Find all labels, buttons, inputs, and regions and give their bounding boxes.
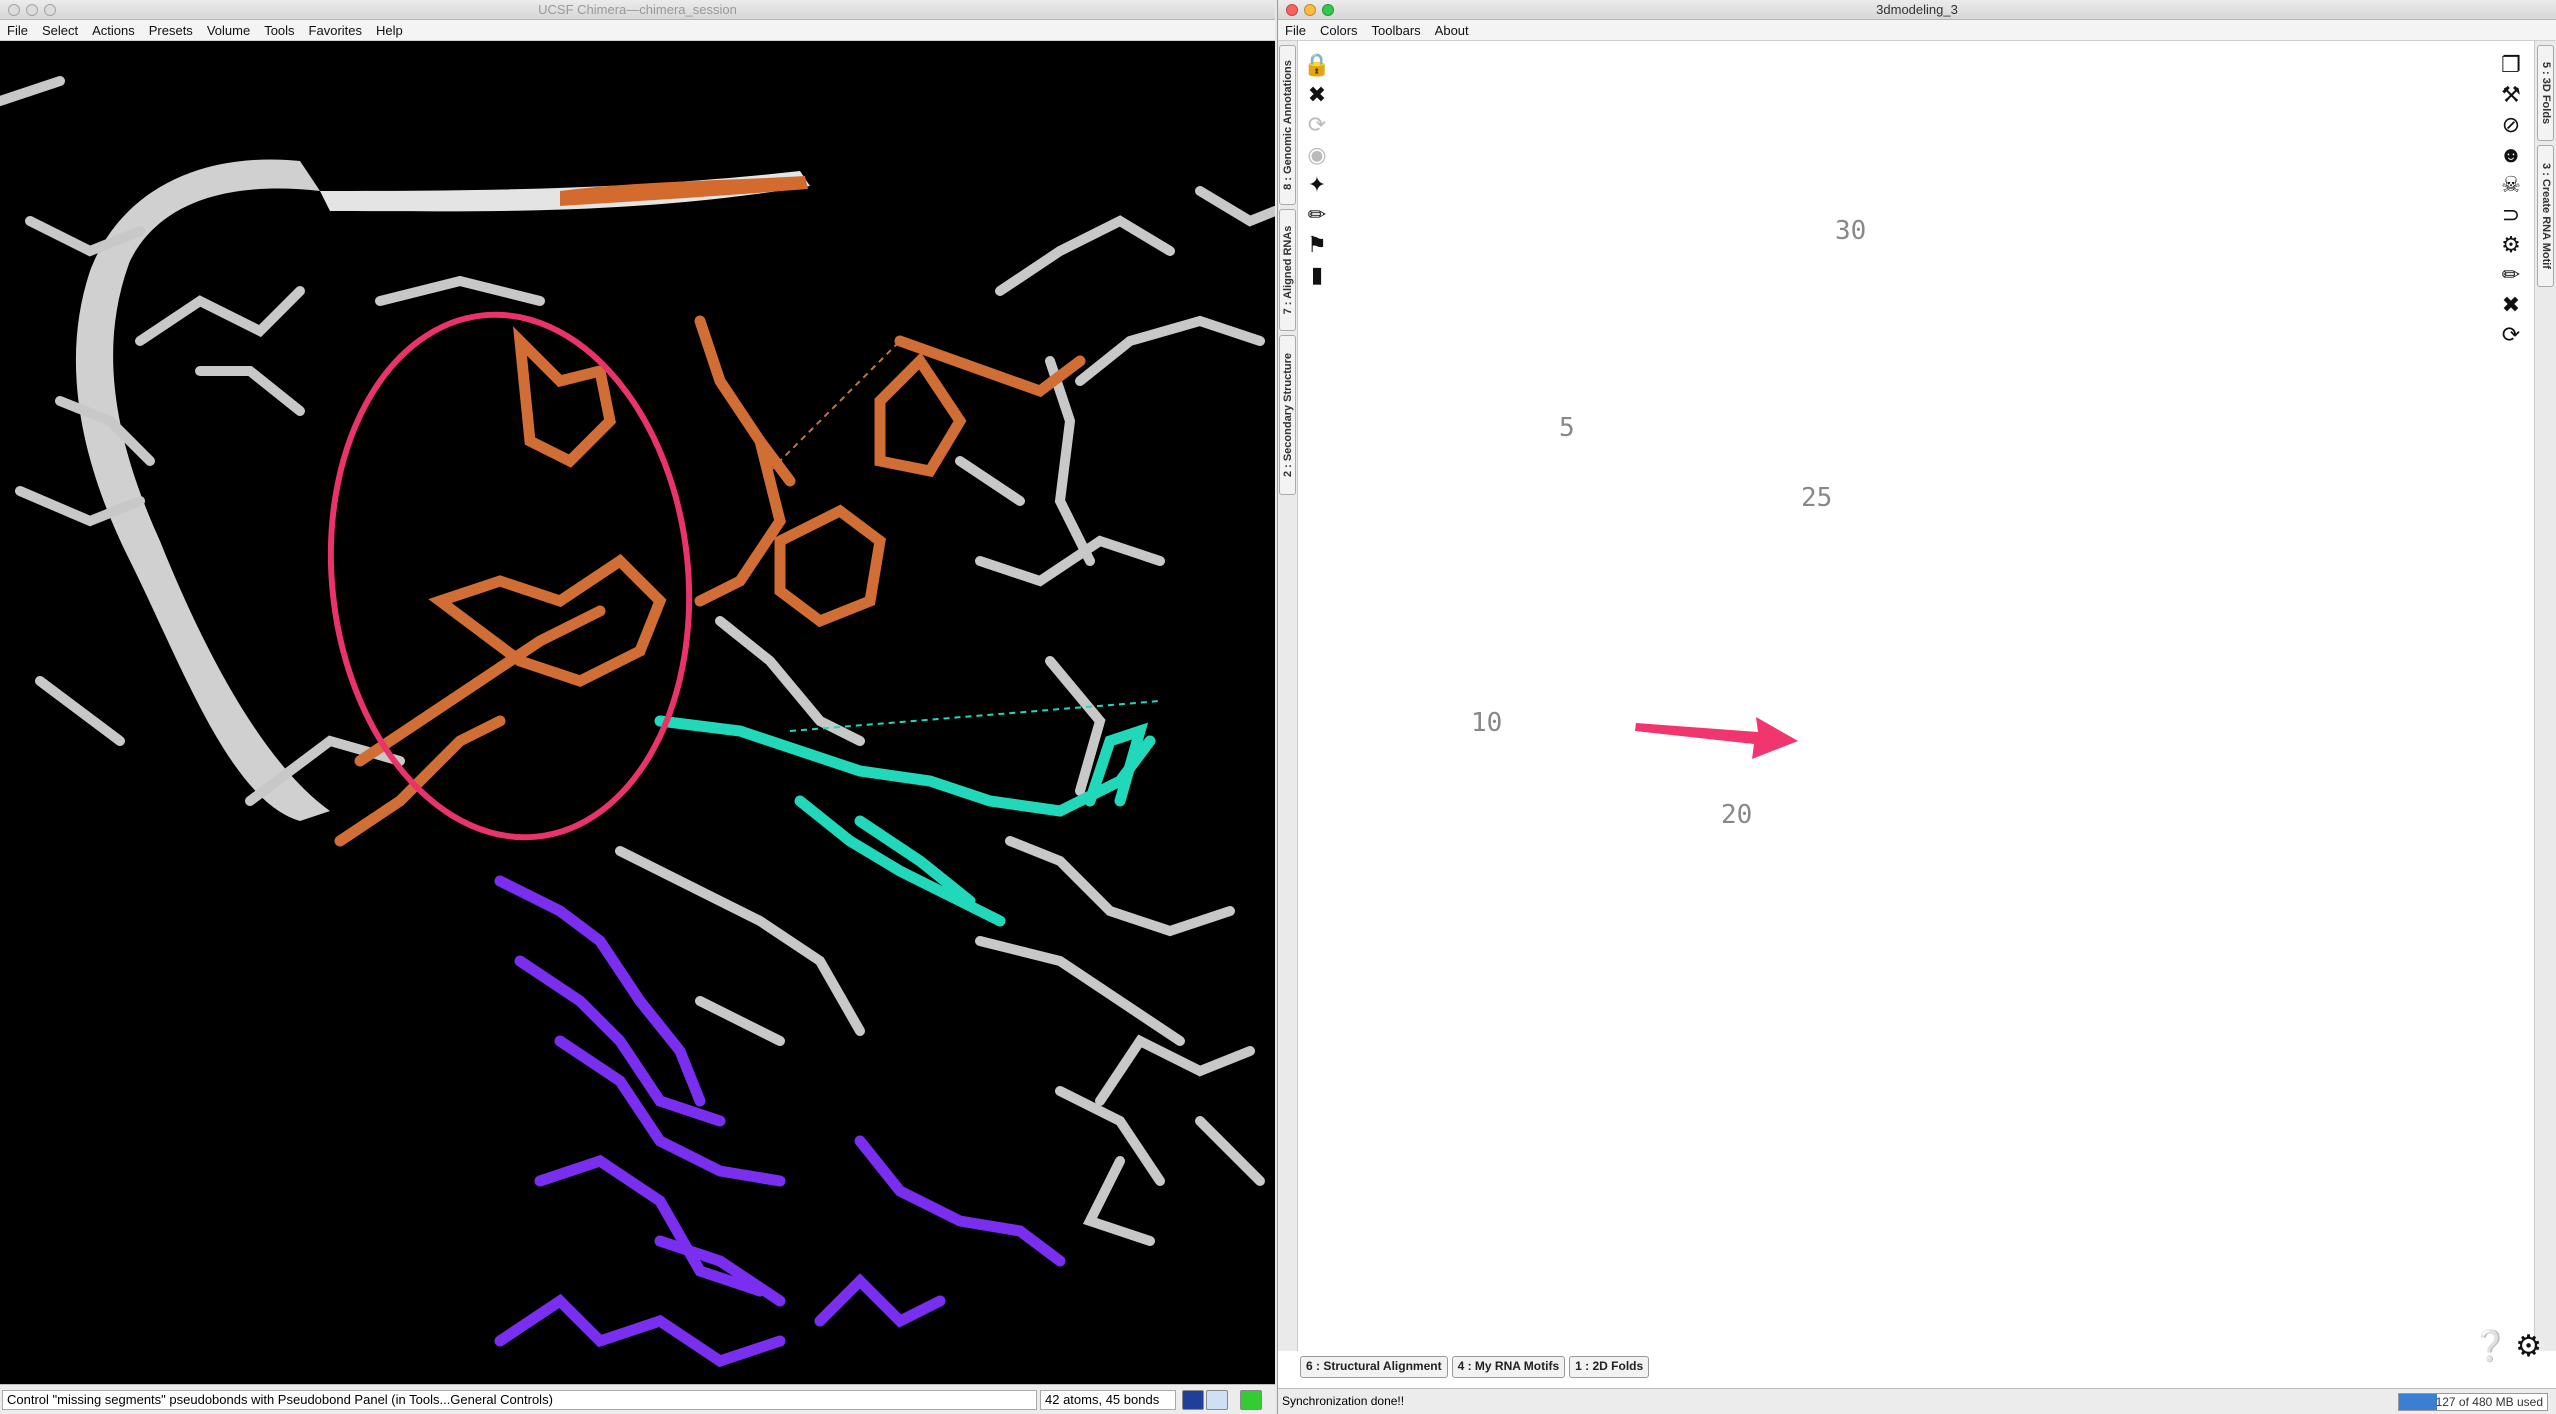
bottom-tabs: 6 : Structural Alignment 4 : My RNA Moti… [1300, 1356, 1650, 1378]
menu-file[interactable]: File [1278, 20, 1313, 40]
zoom-button[interactable] [1322, 4, 1334, 16]
refresh-icon[interactable]: ⟳ [1302, 110, 1332, 140]
chimera-titlebar: UCSF Chimera—chimera_session [0, 0, 1275, 20]
status-message: Synchronization done!! [1282, 1394, 1405, 1408]
position-label-20: 20 [1721, 800, 1752, 830]
chimera-menubar: File Select Actions Presets Volume Tools… [0, 20, 1275, 41]
right-side-tabs: 5 : 3D Folds 3 : Create RNA Motif [2534, 41, 2556, 1351]
window-controls [1286, 4, 1334, 16]
selection-inspector-button[interactable] [1182, 1390, 1204, 1410]
menu-volume[interactable]: Volume [200, 20, 257, 40]
tab-3d-folds[interactable]: 5 : 3D Folds [2537, 45, 2554, 141]
help-settings: ❔ ⚙ [2472, 1329, 2542, 1364]
status-message: Control "missing segments" pseudobonds w… [2, 1390, 1037, 1410]
left-side-tabs: 8 : Genomic Annotations 7 : Aligned RNAs… [1278, 41, 1298, 1351]
rna-backbone-ribbon [75, 159, 330, 821]
position-label-5: 5 [1559, 413, 1575, 443]
window-title: 3dmodeling_3 [1876, 2, 1958, 17]
zoom-button[interactable] [44, 4, 56, 16]
menu-favorites[interactable]: Favorites [302, 20, 369, 40]
windows-icon[interactable]: ❐ [2496, 50, 2526, 80]
molecular-3d-viewer[interactable] [0, 41, 1275, 1384]
menu-actions[interactable]: Actions [85, 20, 142, 40]
menu-select[interactable]: Select [35, 20, 85, 40]
magic-wand-icon[interactable]: ✦ [1302, 170, 1332, 200]
smiley-icon[interactable]: ☻ [2496, 140, 2526, 170]
eye-icon[interactable]: ◉ [1302, 140, 1332, 170]
pickaxe-icon[interactable]: ⚒ [2496, 80, 2526, 110]
window-title: UCSF Chimera—chimera_session [538, 2, 737, 17]
bar-chart-icon[interactable]: ▮ [1302, 260, 1332, 290]
close-button[interactable] [1286, 4, 1298, 16]
tab-aligned-rnas[interactable]: 7 : Aligned RNAs [1279, 209, 1296, 331]
highlight-ellipse [327, 311, 693, 841]
paintbrush-icon[interactable]: ✏ [2496, 260, 2526, 290]
magnet-icon[interactable]: ⊃ [2496, 200, 2526, 230]
paintbrush-icon[interactable]: ✏ [1302, 200, 1332, 230]
refresh-icon[interactable]: ⟳ [2496, 320, 2526, 350]
assemble-window: 3dmodeling_3 File Colors Toolbars About … [1277, 0, 2556, 1414]
assemble-menubar: File Colors Toolbars About [1278, 20, 2556, 41]
gears-icon[interactable]: ⚙ [2496, 230, 2526, 260]
gear-icon[interactable]: ⚙ [2515, 1329, 2542, 1364]
right-toolbar: ❐ ⚒ ⊘ ☻ ☠ ⊃ ⚙ ✏ ✖ ⟳ [2496, 50, 2530, 350]
chimera-statusbar: Control "missing segments" pseudobonds w… [0, 1384, 1275, 1414]
collapse-icon[interactable]: ✖ [1302, 80, 1332, 110]
memory-usage: 127 of 480 MB used [2398, 1393, 2548, 1411]
chimera-window: UCSF Chimera—chimera_session File Select… [0, 0, 1275, 1414]
menu-toolbars[interactable]: Toolbars [1365, 20, 1428, 40]
window-controls [8, 4, 56, 16]
lock-icon[interactable]: 🔒 [1302, 50, 1332, 80]
skull-icon[interactable]: ☠ [2496, 170, 2526, 200]
minimize-button[interactable] [26, 4, 38, 16]
pointer-arrow [1635, 717, 1798, 759]
position-label-30: 30 [1835, 216, 1866, 246]
orange-nucleotides [334, 315, 1086, 847]
memory-bar [2399, 1394, 2438, 1410]
minimize-button[interactable] [1304, 4, 1316, 16]
menu-help[interactable]: Help [369, 20, 410, 40]
tab-my-rna-motifs[interactable]: 4 : My RNA Motifs [1451, 1356, 1566, 1378]
teal-nucleotides [654, 715, 1156, 927]
menu-file[interactable]: File [0, 20, 35, 40]
position-labels: 5'3'510202530 [1471, 216, 1866, 830]
tab-2d-folds[interactable]: 1 : 2D Folds [1569, 1356, 1650, 1378]
position-label-25: 25 [1801, 483, 1832, 513]
tab-structural-alignment[interactable]: 6 : Structural Alignment [1300, 1356, 1448, 1378]
assemble-statusbar: Synchronization done!! 127 of 480 MB use… [1278, 1388, 2556, 1414]
ban-icon[interactable]: ⊘ [2496, 110, 2526, 140]
tab-create-rna-motif[interactable]: 3 : Create RNA Motif [2537, 145, 2554, 287]
position-label-10: 10 [1471, 708, 1502, 738]
selection-count: 42 atoms, 45 bonds [1040, 1390, 1176, 1410]
tag-icon[interactable]: ⚑ [1302, 230, 1332, 260]
menu-tools[interactable]: Tools [257, 20, 301, 40]
menu-colors[interactable]: Colors [1313, 20, 1365, 40]
menu-about[interactable]: About [1428, 20, 1476, 40]
selection-highlight-button[interactable] [1240, 1390, 1262, 1410]
collapse-icon[interactable]: ✖ [2496, 290, 2526, 320]
left-toolbar: 🔒 ✖ ⟳ ◉ ✦ ✏ ⚑ ▮ [1302, 50, 1334, 290]
tab-genomic-annotations[interactable]: 8 : Genomic Annotations [1279, 45, 1296, 205]
menu-presets[interactable]: Presets [142, 20, 200, 40]
tab-secondary-structure[interactable]: 2 : Secondary Structure [1279, 335, 1296, 495]
info-button[interactable] [1206, 1390, 1228, 1410]
assemble-titlebar: 3dmodeling_3 [1278, 0, 2556, 20]
help-icon[interactable]: ❔ [2472, 1329, 2509, 1364]
close-button[interactable] [8, 4, 20, 16]
secondary-structure-canvas[interactable]: CGGAGGGAGCUUUGUUGCCAGCGCCGCAACCG 5'3'510… [1338, 41, 2488, 1371]
purple-nucleotides [494, 875, 1066, 1368]
memory-label: 127 of 480 MB used [2435, 1395, 2543, 1409]
